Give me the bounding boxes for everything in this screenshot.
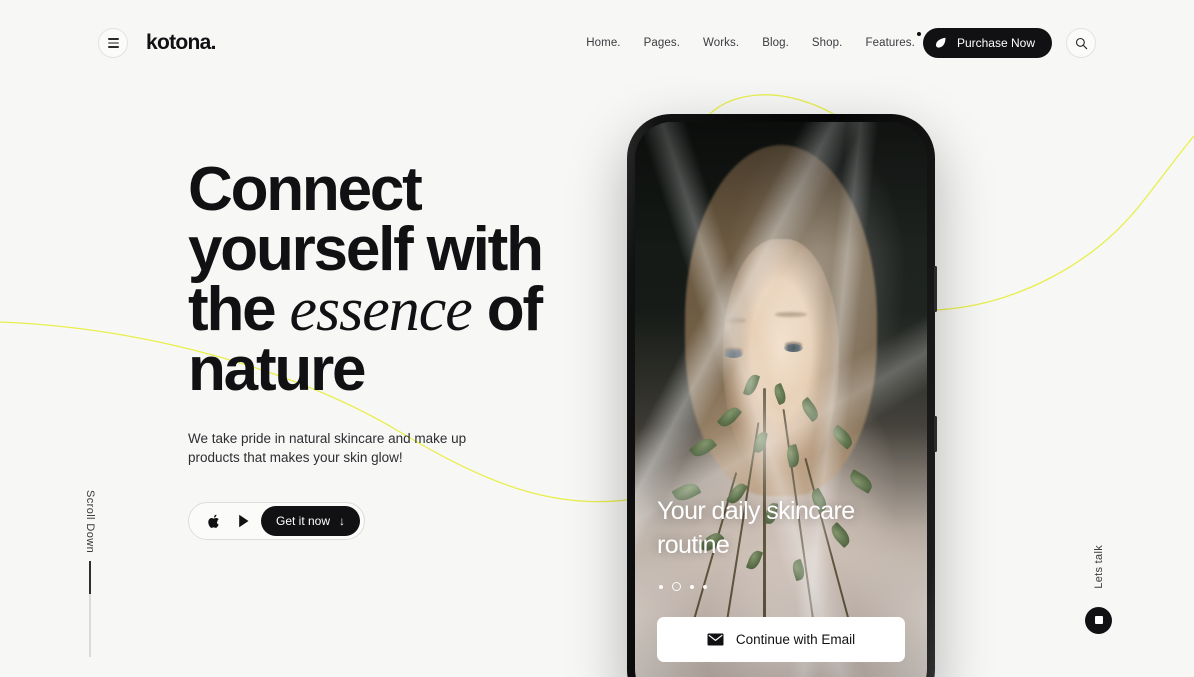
nav-label: Blog. (762, 37, 789, 49)
continue-with-email-label: Continue with Email (735, 632, 856, 647)
carousel-dot-1[interactable] (659, 584, 663, 589)
brand-group: kotona. (98, 28, 216, 58)
leaf-icon (935, 37, 946, 48)
hamburger-icon[interactable] (98, 28, 128, 58)
scroll-line-active (89, 561, 91, 595)
headline-emphasis: essence (289, 276, 472, 344)
google-play-icon[interactable] (231, 506, 257, 536)
lets-talk-widget: Lets talk (1085, 545, 1112, 634)
main-nav: Home. Pages. Works. Blog. Shop. Features… (586, 32, 921, 49)
carousel-dot-3[interactable] (690, 584, 694, 589)
nav-badge-dot (916, 32, 921, 36)
hero-subtitle: We take pride in natural skincare and ma… (188, 431, 467, 465)
continue-with-email-button[interactable]: Continue with Email (657, 617, 905, 662)
carousel-dot-2-active[interactable] (672, 582, 681, 591)
phone-power-button[interactable] (934, 416, 937, 452)
hero-section: Connect yourself with the essence of nat… (188, 159, 628, 540)
phone-mockup: Your daily skincare routine Continue wit… (627, 114, 937, 677)
purchase-now-button[interactable]: Purchase Now (922, 28, 1052, 58)
site-header: kotona. Home. Pages. Works. Blog. Shop. … (0, 0, 1194, 86)
phone-screen-title: Your daily skincare routine (657, 497, 855, 559)
nav-label: Home. (586, 37, 621, 49)
get-it-now-button[interactable]: Get it now ↓ (261, 506, 361, 536)
download-arrow-icon: ↓ (339, 514, 346, 528)
phone-volume-button[interactable] (934, 266, 937, 312)
curve-right-rise (935, 135, 1194, 311)
nav-label: Shop. (811, 37, 843, 49)
scroll-down-indicator[interactable]: Scroll Down (84, 490, 96, 658)
purchase-now-label: Purchase Now (956, 36, 1035, 50)
page-title: Connect yourself with the essence of nat… (188, 159, 628, 401)
nav-item-pages[interactable]: Pages. (644, 37, 680, 49)
nav-label: Works. (703, 37, 740, 49)
nav-item-home[interactable]: Home. (586, 37, 620, 49)
envelope-icon (707, 633, 724, 646)
search-icon (1075, 37, 1087, 49)
get-it-now-label: Get it now (276, 514, 331, 528)
phone-ui-overlay: Your daily skincare routine Continue wit… (635, 494, 927, 677)
stop-square-icon (1094, 616, 1103, 625)
nav-item-blog[interactable]: Blog. (762, 37, 789, 49)
carousel-dots (657, 582, 905, 591)
phone-screen: Your daily skincare routine Continue wit… (635, 122, 927, 677)
scroll-line-track (89, 594, 91, 658)
lets-talk-button[interactable] (1085, 606, 1112, 634)
apple-icon[interactable] (201, 506, 227, 536)
search-button[interactable] (1066, 28, 1096, 58)
nav-item-works[interactable]: Works. (703, 37, 739, 49)
scroll-down-label: Scroll Down (84, 490, 96, 554)
nav-item-features[interactable]: Features. (865, 32, 921, 49)
lets-talk-label: Lets talk (1092, 545, 1105, 589)
nav-item-shop[interactable]: Shop. (812, 37, 843, 49)
nav-label: Features. (865, 37, 915, 49)
app-download-group: Get it now ↓ (188, 502, 366, 540)
header-actions: Purchase Now (922, 28, 1096, 58)
nav-label: Pages. (643, 37, 681, 49)
carousel-dot-4[interactable] (703, 584, 707, 589)
logo[interactable]: kotona. (146, 31, 216, 55)
